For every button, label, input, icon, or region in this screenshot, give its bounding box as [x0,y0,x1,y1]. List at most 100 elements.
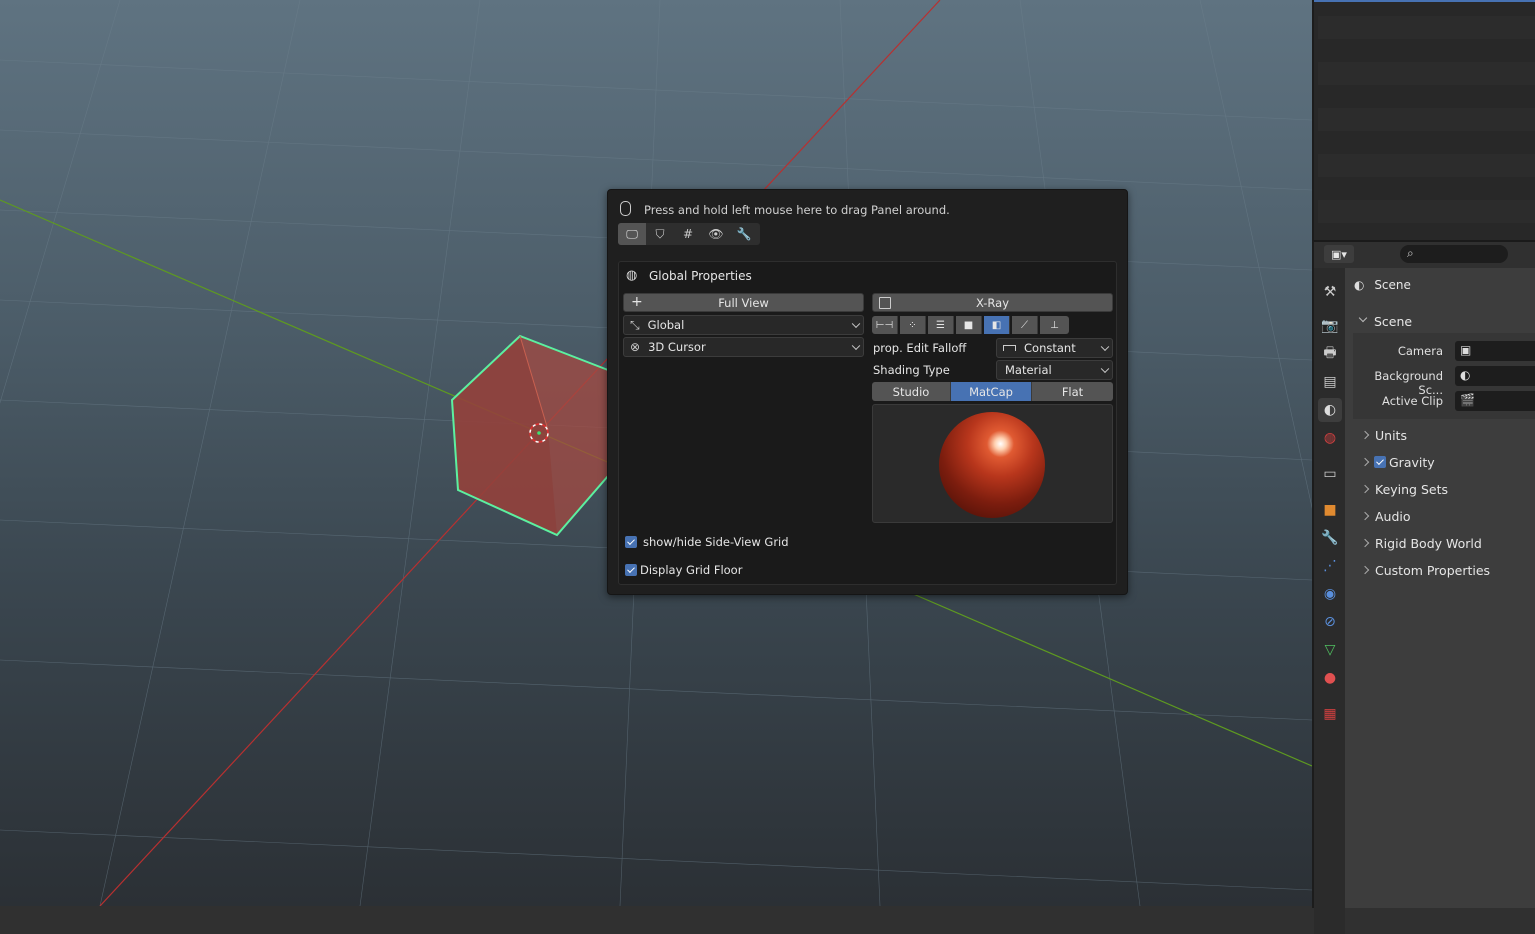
vertex-icon[interactable]: ⁘ [900,316,926,334]
scene-fields: Camera ▣ Background Sc... ◐ Active Clip … [1353,333,1535,419]
material-icon[interactable]: ● [1318,666,1342,690]
shading-matcap-button[interactable]: MatCap [951,382,1031,401]
side-view-grid-label: show/hide Side-View Grid [643,535,789,549]
scene-icon[interactable]: ◐ [1318,398,1342,422]
world-icon[interactable]: ◍ [1318,426,1342,450]
constraints-icon[interactable]: ⊘ [1318,610,1342,634]
side-view-grid-checkbox[interactable] [625,536,637,548]
particles-icon[interactable]: ⋰ [1318,554,1342,578]
orientation-value: Global [647,318,685,332]
active-clip-field[interactable]: 🎬 [1455,391,1535,411]
camera-icon: ▣ [1460,343,1472,357]
scene-icon: ◐ [1460,368,1471,382]
pivot-value: 3D Cursor [648,340,706,354]
chevron-down-icon [851,319,861,329]
collection-icon[interactable]: ▭ [1318,462,1342,486]
chevron-right-icon [1360,511,1370,521]
background-scene-field[interactable]: ◐ [1455,366,1535,386]
section-units[interactable]: Units [1354,425,1535,445]
face-icon[interactable]: ■ [956,316,982,334]
plus-icon: + [631,294,643,310]
chevron-right-icon [1360,565,1370,575]
visibility-icon[interactable]: 👁 [702,223,730,245]
camera-label: Camera [1397,344,1443,358]
volume-icon[interactable]: ◧ [984,316,1010,334]
section-label: Audio [1375,509,1411,524]
edge-center-icon[interactable]: ⟋ [1012,316,1038,334]
section-label: Custom Properties [1375,563,1491,578]
display-grid-floor-checkbox[interactable] [625,564,637,576]
modifier-icon[interactable]: 🔧 [1318,526,1342,550]
section-audio[interactable]: Audio [1354,506,1535,526]
display-icon[interactable]: 🖵 [618,223,646,245]
shading-studio-button[interactable]: Studio [872,382,951,401]
chevron-down-icon [1100,364,1110,374]
wrench-icon[interactable]: 🔧 [730,223,758,245]
object-icon[interactable]: ■ [1318,498,1342,522]
search-input[interactable]: ⌕ [1400,245,1508,263]
section-label: Rigid Body World [1375,536,1482,551]
section-label: Keying Sets [1375,482,1449,497]
pivot-dropdown[interactable]: ⊗ 3D Cursor [623,337,864,357]
section-label: Units [1375,428,1407,443]
tool-icon[interactable]: ⚒ [1318,280,1342,304]
full-view-label: Full View [718,295,769,310]
perpendicular-icon[interactable]: ⊥ [1040,316,1069,334]
section-custom-properties[interactable]: Custom Properties [1354,560,1535,580]
orientation-dropdown[interactable]: ⤡ Global [623,315,864,335]
drag-hint[interactable]: Press and hold left mouse here to drag P… [644,203,950,217]
texture-icon[interactable]: ▦ [1318,702,1342,726]
properties-editor: ▣▾ ⌕ ⚒ 📷 🖶 ▤ ◐ ◍ ▭ ■ 🔧 ⋰ ◉ ⊘ ▽ ● ▦ ◐ Sce… [1312,240,1535,934]
xray-button[interactable]: X-Ray [872,293,1113,312]
section-title: Global Properties [649,269,752,283]
chevron-down-icon [1358,313,1368,323]
chevron-right-icon [1360,430,1370,440]
edge-icon[interactable]: ☰ [928,316,954,334]
properties-tabs: ⚒ 📷 🖶 ▤ ◐ ◍ ▭ ■ 🔧 ⋰ ◉ ⊘ ▽ ● ▦ [1314,268,1345,934]
chevron-down-icon [851,341,861,351]
physics-icon[interactable]: ◉ [1318,582,1342,606]
display-grid-floor-label: Display Grid Floor [640,563,743,577]
editor-type-button[interactable]: ▣▾ [1324,245,1354,263]
breadcrumb-label: Scene [1374,278,1411,292]
data-icon[interactable]: ▽ [1318,638,1342,662]
shading-flat-button[interactable]: Flat [1031,382,1113,401]
chevron-down-icon [1100,342,1110,352]
section-title: Scene [1374,314,1413,329]
shading-type-dropdown[interactable]: Material [996,360,1113,380]
clip-icon: 🎬 [1460,393,1475,407]
grid-icon[interactable]: # [674,223,702,245]
scene-icon: ◐ [1354,278,1365,292]
falloff-value: Constant [1024,341,1076,355]
camera-field[interactable]: ▣ [1455,341,1535,361]
section-rigid-body-world[interactable]: Rigid Body World [1354,533,1535,553]
falloff-constant-icon [1003,345,1016,351]
full-view-button[interactable]: + Full View [623,293,864,312]
scene-section-header[interactable]: Scene [1354,312,1535,332]
shading-type-value: Material [1005,363,1052,377]
outliner[interactable] [1312,0,1535,240]
section-label: Gravity [1389,455,1435,470]
globe-icon: ◍ [626,268,638,283]
cursor-icon: ⊗ [630,340,641,354]
chevron-right-icon [1360,484,1370,494]
prop-edit-falloff-dropdown[interactable]: Constant [996,338,1113,358]
render-icon[interactable]: 📷 [1318,314,1342,338]
shading-mode-selector: Studio MatCap Flat [872,382,1113,401]
xray-icon [879,297,891,309]
gravity-checkbox[interactable] [1374,456,1386,468]
section-gravity[interactable]: Gravity [1354,452,1535,472]
chevron-right-icon [1360,457,1370,467]
prop-edit-falloff-label: prop. Edit Falloff [873,341,967,355]
increment-icon[interactable]: ⊢⊣ [872,316,898,334]
section-keying-sets[interactable]: Keying Sets [1354,479,1535,499]
mouse-icon [620,201,631,216]
matcap-preview[interactable] [872,404,1113,523]
matcap-sphere [939,412,1045,518]
floating-panel[interactable]: Press and hold left mouse here to drag P… [607,189,1128,595]
view-layer-icon[interactable]: ▤ [1318,370,1342,394]
output-icon[interactable]: 🖶 [1318,342,1342,366]
xray-label: X-Ray [975,295,1010,310]
object-icon[interactable]: ⛉ [646,223,674,245]
shading-type-label: Shading Type [873,363,950,377]
